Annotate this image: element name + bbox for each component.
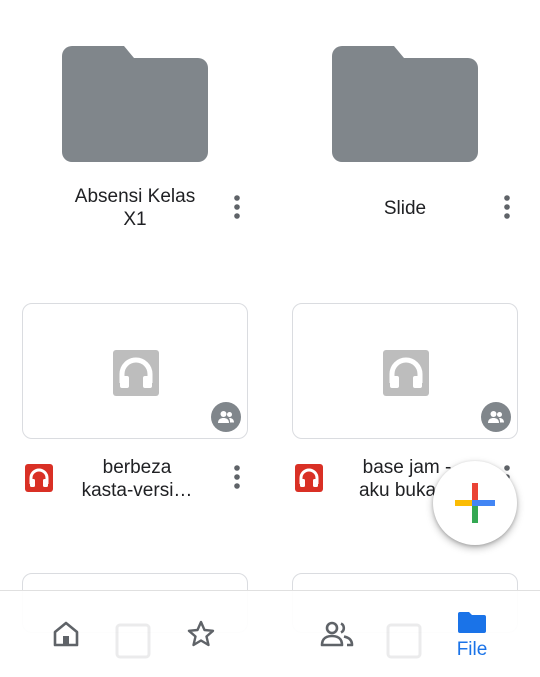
people-icon (320, 621, 354, 647)
file-thumbnail-2[interactable] (292, 303, 518, 439)
nav-shared[interactable] (297, 591, 377, 677)
file-name-1: berbeza kasta-versi… (81, 457, 193, 501)
google-plus-icon (455, 483, 495, 523)
more-options-button[interactable] (495, 191, 519, 223)
shared-badge (481, 402, 511, 432)
more-vert-icon (234, 465, 240, 489)
audio-thumbnail-icon (383, 350, 429, 396)
faded-file-icon (386, 623, 422, 659)
bottom-navigation: File (0, 590, 540, 677)
more-vert-icon (504, 195, 510, 219)
audio-file-icon (295, 464, 323, 492)
more-vert-icon (234, 195, 240, 219)
star-icon (187, 620, 215, 647)
nav-files-label: File (456, 639, 488, 660)
audio-file-icon (25, 464, 53, 492)
folder-icon (62, 44, 208, 162)
new-item-fab[interactable] (433, 461, 517, 545)
nav-starred[interactable] (161, 591, 241, 677)
more-options-button[interactable] (225, 191, 249, 223)
folder-icon (332, 44, 478, 162)
nav-files[interactable]: File (432, 591, 512, 677)
nav-home[interactable] (26, 591, 106, 677)
home-icon (53, 621, 79, 647)
file-thumbnail-1[interactable] (22, 303, 248, 439)
people-icon (218, 411, 234, 423)
folder-card-2[interactable] (332, 44, 478, 162)
folder-icon (458, 612, 486, 633)
audio-thumbnail-icon (113, 350, 159, 396)
folder-name-1: Absensi Kelas X1 (74, 186, 196, 230)
faded-file-icon (115, 623, 151, 659)
people-icon (488, 411, 504, 423)
folder-card-1[interactable] (62, 44, 208, 162)
more-options-button[interactable] (225, 461, 249, 493)
folder-name-2: Slide (383, 198, 427, 219)
shared-badge (211, 402, 241, 432)
